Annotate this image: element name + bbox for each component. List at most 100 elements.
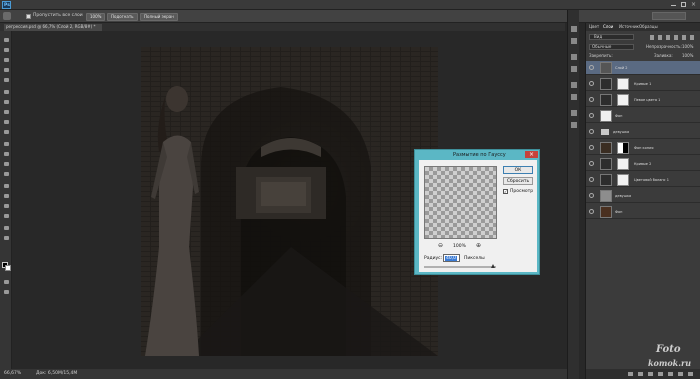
units-label: Пикселы [464, 256, 485, 261]
magic-wand-tool-icon[interactable] [2, 67, 10, 73]
visibility-eye-icon[interactable] [589, 193, 594, 198]
layer-mask-thumbnail[interactable] [617, 94, 629, 106]
tab-layers[interactable]: Слои [603, 25, 613, 29]
pen-tool-icon[interactable] [2, 183, 10, 189]
minimize-icon[interactable] [671, 5, 676, 6]
tab-source[interactable]: Источник [619, 25, 639, 29]
radius-slider-handle[interactable] [491, 264, 495, 268]
move-tool-icon[interactable] [2, 37, 10, 43]
maximize-icon[interactable] [681, 2, 686, 7]
layer-row[interactable]: Певое цвета 1 [586, 93, 700, 107]
visibility-eye-icon[interactable] [589, 177, 594, 182]
filter-icons[interactable] [650, 35, 698, 40]
layer-row[interactable]: девушка [586, 189, 700, 203]
document-tab[interactable]: регрессия.psd @ 66,7% (Слой 2, RGB/8#) * [4, 24, 102, 31]
visibility-eye-icon[interactable] [589, 129, 594, 134]
zoom-100-button[interactable]: 100% [86, 13, 106, 21]
workspace-select[interactable] [652, 12, 686, 20]
zoom-out-icon[interactable]: ⊖ [438, 242, 443, 249]
dodge-tool-icon[interactable] [2, 171, 10, 177]
fill-value[interactable]: 100% [682, 54, 693, 58]
zoom-level[interactable]: 66,67% [4, 371, 21, 377]
actions-panel-icon[interactable] [571, 38, 577, 44]
document-size: Док: 6,50М/15,4М [36, 371, 78, 376]
adjustment-icon [600, 174, 612, 186]
type-tool-icon[interactable] [2, 193, 10, 199]
quick-mask-icon[interactable] [2, 279, 10, 285]
hand-tool-icon[interactable] [2, 225, 10, 231]
gaussian-blur-dialog: Размытие по Гауссу × ОК Сбросить ✓ Просм… [414, 149, 540, 275]
layer-row[interactable]: Цветовой баланс 1 [586, 173, 700, 187]
tab-swatches[interactable]: Образцы [639, 25, 658, 29]
preview-checkbox[interactable]: ✓ [503, 189, 508, 194]
brush-panel-icon[interactable] [571, 94, 577, 100]
layer-row[interactable]: девушка [586, 125, 700, 139]
layer-row[interactable]: Фон [586, 205, 700, 219]
window-controls: × [671, 1, 697, 8]
visibility-eye-icon[interactable] [589, 161, 594, 166]
screen-mode-icon[interactable] [2, 289, 10, 295]
watermark-line1: Foto [656, 344, 681, 355]
fit-button[interactable]: Подогнать [107, 13, 138, 21]
zoom-in-icon[interactable]: ⊕ [476, 242, 481, 249]
layer-mask-thumbnail[interactable] [617, 78, 629, 90]
skip-layers-checkbox[interactable] [26, 14, 31, 19]
dialog-title: Размытие по Гауссу [453, 152, 506, 158]
close-icon[interactable]: × [691, 1, 696, 8]
fullscreen-button[interactable]: Полный экран [140, 13, 178, 21]
preview-zoom: 100% [453, 244, 466, 249]
visibility-eye-icon[interactable] [589, 113, 594, 118]
shape-tool-icon[interactable] [2, 213, 10, 219]
path-select-tool-icon[interactable] [2, 203, 10, 209]
hand-tool-icon[interactable] [3, 12, 11, 20]
dialog-close-button[interactable]: × [525, 151, 538, 158]
visibility-eye-icon[interactable] [589, 145, 594, 150]
layer-row[interactable]: Кривые 2 [586, 157, 700, 171]
document-tab-bar: регрессия.psd @ 66,7% (Слой 2, RGB/8#) * [0, 23, 565, 31]
layer-mask-thumbnail[interactable] [617, 158, 629, 170]
brush-tool-icon[interactable] [2, 109, 10, 115]
channels-panel-icon[interactable] [571, 110, 577, 116]
layer-mask-thumbnail[interactable] [617, 174, 629, 186]
layer-row[interactable]: Слой 2 [586, 61, 700, 75]
zoom-tool-icon[interactable] [2, 235, 10, 241]
properties-panel-icon[interactable] [571, 54, 577, 60]
opacity-value[interactable]: 100% [682, 45, 693, 49]
layer-filter[interactable]: Вид [589, 34, 634, 40]
blur-tool-icon[interactable] [2, 161, 10, 167]
lock-label: Закрепить: [589, 53, 613, 58]
adjustments-panel-icon[interactable] [571, 66, 577, 72]
visibility-eye-icon[interactable] [589, 209, 594, 214]
background-color-swatch[interactable] [5, 265, 11, 271]
tab-color[interactable]: Цвет [589, 25, 599, 29]
reset-button[interactable]: Сбросить [503, 177, 533, 185]
layer-mask-thumbnail[interactable] [617, 142, 629, 154]
healing-tool-icon[interactable] [2, 99, 10, 105]
layer-row[interactable]: Фон [586, 109, 700, 123]
radius-slider[interactable] [424, 266, 496, 268]
ok-button[interactable]: ОК [503, 166, 533, 174]
marquee-tool-icon[interactable] [2, 47, 10, 53]
preview-area[interactable] [424, 166, 497, 239]
radius-input[interactable]: 40,0 [443, 254, 460, 262]
eyedropper-tool-icon[interactable] [2, 89, 10, 95]
history-brush-tool-icon[interactable] [2, 129, 10, 135]
layer-row[interactable]: Кривые 1 [586, 77, 700, 91]
visibility-eye-icon[interactable] [589, 81, 594, 86]
lasso-tool-icon[interactable] [2, 57, 10, 63]
visibility-eye-icon[interactable] [589, 65, 594, 70]
history-panel-icon[interactable] [571, 26, 577, 32]
fx-icon[interactable] [638, 372, 643, 376]
layer-row[interactable]: Фон копия [586, 141, 700, 155]
styles-panel-icon[interactable] [571, 82, 577, 88]
link-layers-icon[interactable] [628, 372, 633, 376]
stamp-tool-icon[interactable] [2, 119, 10, 125]
eraser-tool-icon[interactable] [2, 141, 10, 147]
crop-tool-icon[interactable] [2, 77, 10, 83]
watermark: Foto komok.ru [648, 344, 696, 376]
document-canvas[interactable] [141, 47, 438, 356]
paths-panel-icon[interactable] [571, 122, 577, 128]
blend-mode-select[interactable]: Обычные [589, 44, 634, 50]
gradient-tool-icon[interactable] [2, 151, 10, 157]
visibility-eye-icon[interactable] [589, 97, 594, 102]
